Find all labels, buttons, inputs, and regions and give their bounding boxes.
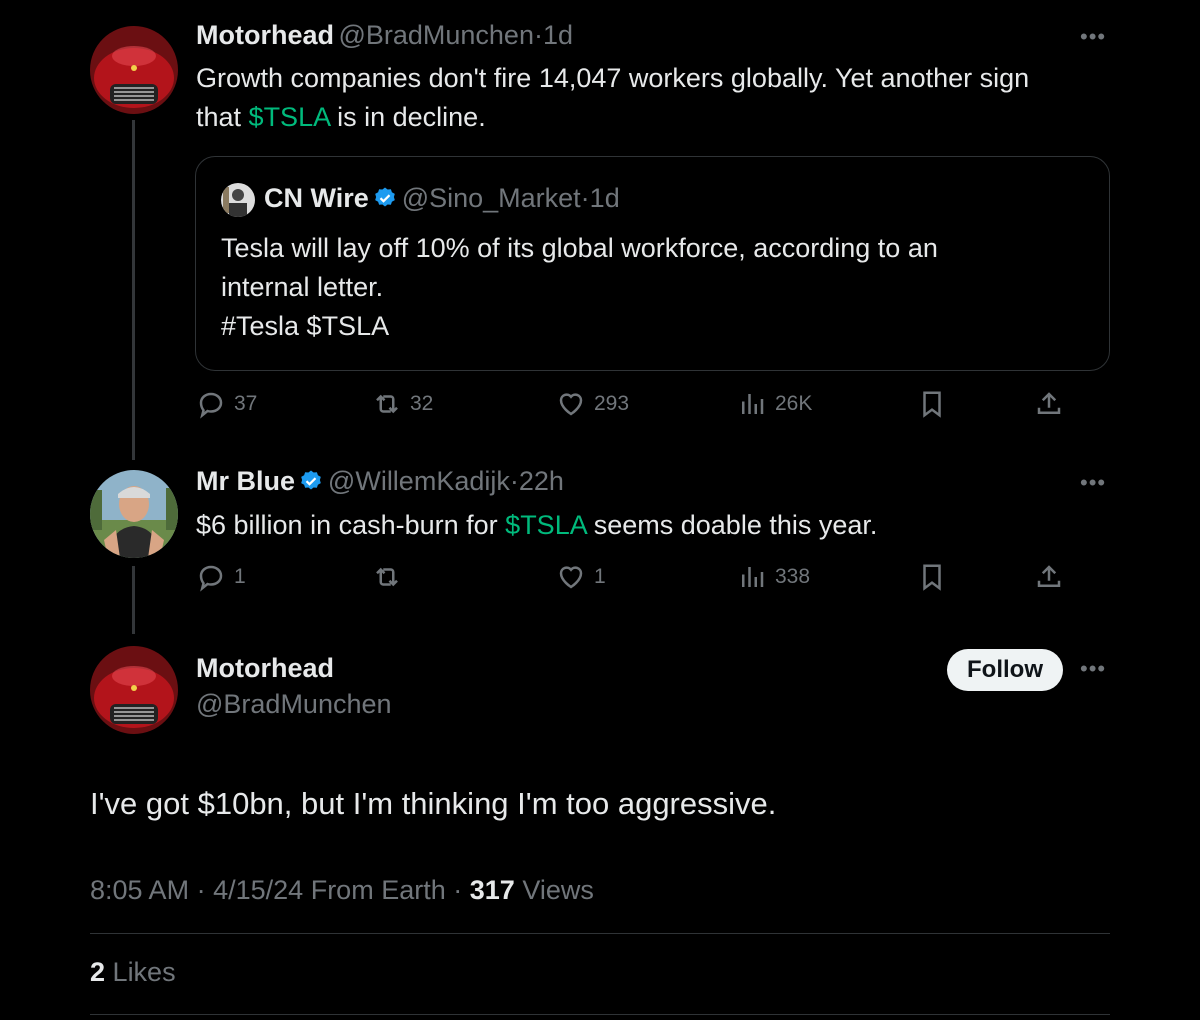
reply-button[interactable]: 1 [196, 562, 246, 592]
tweet-time[interactable]: 8:05 AM [90, 875, 189, 905]
bookmark-button[interactable] [917, 562, 947, 592]
main-tweet-text: I've got $10bn, but I'm thinking I'm too… [90, 786, 777, 821]
repost-button[interactable] [372, 562, 410, 592]
separator-dot: · [533, 20, 543, 50]
tweet2-author-handle[interactable]: @WillemKadijk [328, 466, 510, 496]
tweet2-text-post: seems doable this year. [586, 510, 878, 540]
likes-summary[interactable]: 2 Likes [90, 957, 176, 988]
repost-icon [376, 567, 398, 587]
quote-line3: #Tesla $TSLA [221, 311, 390, 341]
views-icon [742, 394, 764, 414]
reply-count: 1 [234, 565, 246, 588]
cashtag-link[interactable]: $TSLA [249, 102, 330, 132]
main-author-name[interactable]: Motorhead [196, 653, 334, 684]
verified-icon [301, 470, 322, 490]
avatar-motorhead[interactable] [90, 646, 178, 734]
tweet1-header: Motorhead @BradMunchen·1d [196, 20, 573, 51]
repost-icon [376, 394, 398, 414]
reply-icon [199, 392, 223, 419]
like-icon [559, 566, 583, 589]
reply-button[interactable]: 37 [196, 389, 257, 419]
separator-dot: · [196, 875, 206, 905]
likes-total: 2 [90, 957, 106, 987]
like-count: 1 [594, 565, 606, 588]
quote-author-handle: @Sino_Market [401, 183, 581, 213]
reply-count: 37 [234, 392, 258, 415]
tweet2-header: Mr Blue @WillemKadijk·22h [196, 466, 564, 497]
separator-dot: · [453, 875, 463, 905]
tweet1-author-handle[interactable]: @BradMunchen [338, 20, 534, 50]
tweet1-author-name[interactable]: Motorhead [196, 20, 334, 50]
tweet-source: From Earth [310, 875, 446, 905]
tweet1-text: Growth companies don't fire 14,047 worke… [196, 59, 1136, 137]
tweet1-text-pre: that [196, 102, 249, 132]
verified-icon [375, 187, 396, 207]
tweet2-author-name[interactable]: Mr Blue [196, 466, 295, 496]
like-button[interactable]: 293 [556, 389, 629, 419]
reply-icon [199, 565, 223, 592]
separator-dot: · [580, 183, 590, 213]
bookmark-button[interactable] [917, 389, 947, 419]
views-button[interactable]: 338 [737, 562, 810, 592]
thread-line [132, 120, 135, 460]
like-button[interactable]: 1 [556, 562, 606, 592]
share-icon [1037, 392, 1061, 414]
repost-button[interactable]: 32 [372, 389, 433, 419]
views-label: Views [522, 875, 594, 905]
share-button[interactable] [1034, 562, 1064, 592]
follow-button[interactable]: Follow [947, 649, 1063, 691]
views-icon [742, 567, 764, 587]
likes-label: Likes [112, 957, 176, 987]
share-button[interactable] [1034, 389, 1064, 419]
avatar-motorhead[interactable] [90, 26, 178, 114]
like-icon [559, 393, 583, 416]
tweet2-time[interactable]: 22h [519, 466, 564, 496]
views-count: 338 [775, 565, 811, 588]
quoted-tweet[interactable]: CN Wire @Sino_Market·1d Tesla will lay o… [195, 156, 1110, 371]
tweet-date[interactable]: 4/15/24 [213, 875, 303, 905]
cashtag-link[interactable]: $TSLA [505, 510, 586, 540]
more-icon[interactable]: ••• [1080, 24, 1106, 50]
divider [90, 1014, 1110, 1015]
quote-line2: internal letter. [221, 272, 384, 302]
bookmark-icon [923, 564, 941, 591]
tweet1-text-line1: Growth companies don't fire 14,047 worke… [196, 63, 1030, 93]
views-total: 317 [469, 875, 515, 905]
more-icon[interactable]: ••• [1080, 470, 1106, 496]
avatar-cn-wire [221, 183, 255, 217]
divider [90, 933, 1110, 934]
views-count: 26K [775, 392, 813, 415]
views-button[interactable]: 26K [737, 389, 812, 419]
quote-text: Tesla will lay off 10% of its global wor… [221, 229, 1091, 346]
more-icon[interactable]: ••• [1080, 656, 1106, 682]
share-icon [1037, 565, 1061, 587]
quote-time: 1d [589, 183, 620, 213]
tweet1-time[interactable]: 1d [543, 20, 573, 50]
repost-count: 32 [410, 392, 434, 415]
avatar-mr-blue[interactable] [90, 470, 178, 558]
tweet-metadata: 8:05 AM · 4/15/24 From Earth · 317 Views [90, 875, 594, 906]
quote-author-name: CN Wire [264, 183, 369, 213]
tweet2-text-pre: $6 billion in cash-burn for [196, 510, 506, 540]
thread-line [132, 566, 135, 634]
tweet1-text-post: is in decline. [329, 102, 486, 132]
quote-line1: Tesla will lay off 10% of its global wor… [221, 233, 938, 263]
bookmark-icon [923, 391, 941, 418]
like-count: 293 [594, 392, 630, 415]
main-author-handle[interactable]: @BradMunchen [196, 689, 392, 720]
tweet2-text: $6 billion in cash-burn for $TSLA seems … [196, 506, 1136, 545]
separator-dot: · [509, 466, 519, 496]
